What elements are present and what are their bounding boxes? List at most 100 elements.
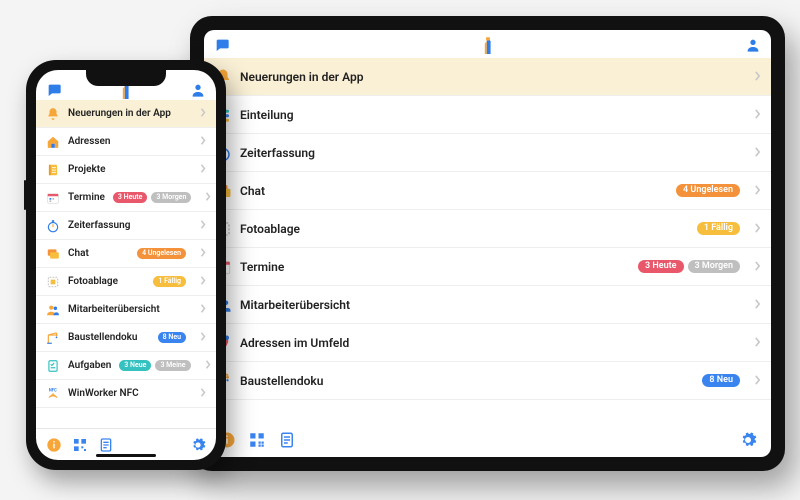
chevron-right-icon <box>754 298 761 312</box>
chevron-right-icon <box>754 184 761 198</box>
chevron-right-icon <box>200 164 206 176</box>
badges: 3 Heute3 Morgen <box>113 192 191 203</box>
list-item-label: Zeiterfassung <box>240 146 315 160</box>
qr-icon[interactable] <box>72 437 88 453</box>
list-item-label: Einteilung <box>240 108 294 122</box>
list-item[interactable]: Fotoablage 1 Fällig <box>204 210 771 248</box>
badge: 1 Fällig <box>697 222 740 235</box>
crane-icon <box>46 331 60 345</box>
list-item[interactable]: Fotoablage 1 Fällig <box>36 268 216 296</box>
house-icon <box>46 135 60 149</box>
list-item[interactable]: Zeiterfassung <box>204 134 771 172</box>
badge: 3 Heute <box>113 192 148 203</box>
task-icon <box>46 359 60 373</box>
badges: 1 Fällig <box>153 276 186 287</box>
chevron-right-icon <box>200 248 206 260</box>
badges: 4 Ungelesen <box>676 184 740 197</box>
badge: 4 Ungelesen <box>676 184 740 197</box>
list-item-label: Baustellendoku <box>68 332 138 343</box>
chevron-right-icon <box>200 276 206 288</box>
chevron-right-icon <box>200 220 206 232</box>
tablet-device: Neuerungen in der App Einteilung Zeiterfas… <box>190 16 785 471</box>
list-item[interactable]: Aufgaben 3 Neue3 Meine <box>36 352 216 380</box>
chat-icon <box>46 247 60 261</box>
list-item-label: Adressen im Umfeld <box>240 336 349 350</box>
badge: 8 Neu <box>158 332 186 343</box>
list-item-label: Zeiterfassung <box>68 220 130 231</box>
people-icon <box>46 303 60 317</box>
speech-bubble-icon[interactable] <box>46 82 62 98</box>
stopwatch-icon <box>46 219 60 233</box>
list-item[interactable]: Mitarbeiterübersicht <box>36 296 216 324</box>
badges: 4 Ungelesen <box>137 248 186 259</box>
svg-text:NFC: NFC <box>49 387 57 392</box>
phone-list: Neuerungen in der App Adressen Projekte Ter… <box>36 100 216 428</box>
list-item[interactable]: Baustellendoku 8 Neu <box>36 324 216 352</box>
phone-notch <box>86 70 166 86</box>
list-item[interactable]: Termine 3 Heute3 Morgen <box>204 248 771 286</box>
badges: 3 Heute3 Morgen <box>638 260 740 273</box>
chevron-right-icon <box>754 146 761 160</box>
bell-icon <box>46 107 60 121</box>
profile-icon[interactable] <box>745 37 761 53</box>
list-item[interactable]: Mitarbeiterübersicht <box>204 286 771 324</box>
list-item-label: Chat <box>68 248 89 259</box>
profile-icon[interactable] <box>190 82 206 98</box>
badge: 3 Heute <box>638 260 683 273</box>
chevron-right-icon <box>754 70 761 84</box>
list-item[interactable]: Adressen im Umfeld <box>204 324 771 362</box>
tablet-list: Neuerungen in der App Einteilung Zeiterfas… <box>204 58 771 423</box>
list-item[interactable]: Chat 4 Ungelesen <box>204 172 771 210</box>
list-item[interactable]: Neuerungen in der App <box>204 58 771 96</box>
qr-icon[interactable] <box>248 431 266 449</box>
list-item[interactable]: Zeiterfassung <box>36 212 216 240</box>
chevron-right-icon <box>754 222 761 236</box>
list-item[interactable]: Projekte <box>36 156 216 184</box>
badge: 3 Morgen <box>151 192 191 203</box>
frame-icon <box>46 275 60 289</box>
list-item-label: Mitarbeiterübersicht <box>240 298 350 312</box>
speech-bubble-icon[interactable] <box>214 37 230 53</box>
chevron-right-icon <box>200 108 206 120</box>
phone-screen: Neuerungen in der App Adressen Projekte Ter… <box>36 70 216 460</box>
app-logo-icon <box>480 36 496 54</box>
chevron-right-icon <box>754 260 761 274</box>
list-item[interactable]: Neuerungen in der App <box>36 100 216 128</box>
list-item[interactable]: Termine3 Heute3 Morgen <box>36 184 216 212</box>
home-indicator <box>96 454 156 457</box>
list-item-label: Adressen <box>68 136 110 147</box>
list-item[interactable]: NFCWinWorker NFC <box>36 380 216 408</box>
badges: 8 Neu <box>158 332 186 343</box>
phone-device: Neuerungen in der App Adressen Projekte Ter… <box>26 60 226 470</box>
list-item-label: Aufgaben <box>68 360 111 371</box>
tablet-screen: Neuerungen in der App Einteilung Zeiterfas… <box>204 30 771 457</box>
chevron-right-icon <box>205 192 211 204</box>
settings-icon[interactable] <box>739 431 757 449</box>
list-item[interactable]: Einteilung <box>204 96 771 134</box>
badge: 3 Neue <box>119 360 151 371</box>
list-item-label: Fotoablage <box>68 276 118 287</box>
list-item[interactable]: Baustellendoku8 Neu <box>204 362 771 400</box>
chevron-right-icon <box>200 332 206 344</box>
chevron-right-icon <box>754 336 761 350</box>
list-item-label: Neuerungen in der App <box>68 108 171 119</box>
list-item-label: Fotoablage <box>240 222 300 236</box>
list-item-label: Neuerungen in der App <box>240 70 363 84</box>
document-icon[interactable] <box>98 437 114 453</box>
list-item-label: Projekte <box>68 164 106 175</box>
badges: 3 Neue3 Meine <box>119 360 190 371</box>
list-item-label: Chat <box>240 184 265 198</box>
badge: 1 Fällig <box>153 276 186 287</box>
list-item[interactable]: Adressen <box>36 128 216 156</box>
chevron-right-icon <box>754 108 761 122</box>
list-item-label: Mitarbeiterübersicht <box>68 304 160 315</box>
settings-icon[interactable] <box>190 437 206 453</box>
chevron-right-icon <box>200 304 206 316</box>
list-item[interactable]: Chat 4 Ungelesen <box>36 240 216 268</box>
document-icon[interactable] <box>278 431 296 449</box>
list-item-label: Baustellendoku <box>240 374 323 388</box>
list-item-label: Termine <box>240 260 284 274</box>
info-icon[interactable] <box>46 437 62 453</box>
badges: 1 Fällig <box>697 222 740 235</box>
nfc-icon: NFC <box>46 387 60 401</box>
